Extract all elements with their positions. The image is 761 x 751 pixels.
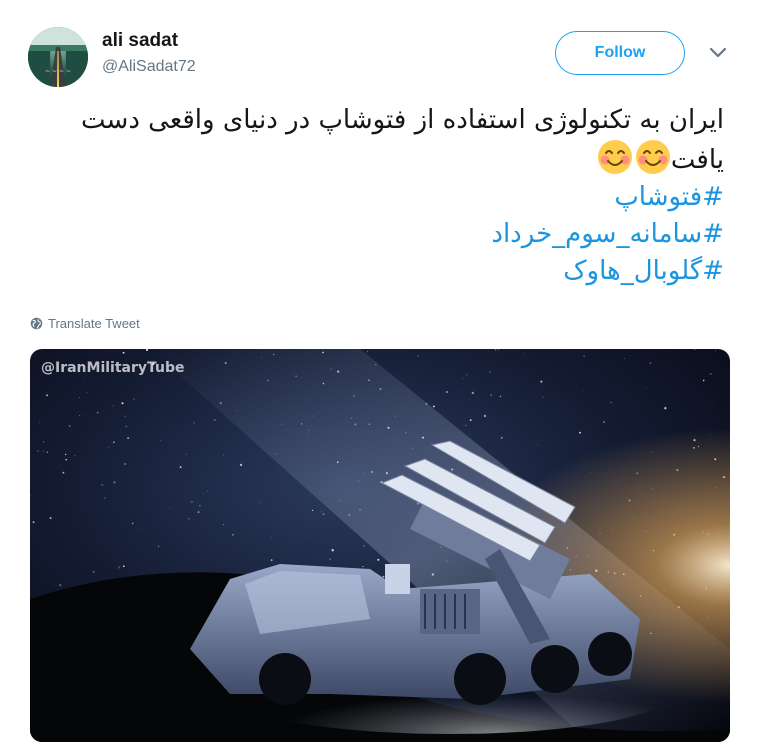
translate-tweet-link[interactable]: Translate Tweet (30, 316, 140, 331)
avatar[interactable]: ~ ~ ~ ~ (28, 27, 88, 87)
follow-button[interactable]: Follow (555, 31, 685, 75)
tweet-text: ایران به تکنولوژی استفاده از فتوشاپ در د… (30, 102, 724, 290)
tweet-line-2-text: یافت (670, 145, 724, 175)
hashtag-link[interactable]: #فتوشاپ (30, 179, 724, 216)
author-handle[interactable]: @AliSadat72 (102, 58, 196, 76)
hashtag-link[interactable]: #سامانه_سوم_خرداد (30, 216, 724, 253)
smiling-face-icon (635, 140, 670, 174)
smiling-face-icon (597, 140, 632, 174)
tweet-line-2: یافت (30, 139, 724, 179)
author-name[interactable]: ali sadat (102, 30, 178, 52)
translate-label: Translate Tweet (48, 316, 140, 331)
svg-text:~ ~ ~ ~: ~ ~ ~ ~ (45, 68, 71, 75)
hashtag-link[interactable]: #گلوبال_هاوک (30, 253, 724, 290)
tweet-photo[interactable]: @IranMilitaryTube (30, 349, 730, 742)
chevron-down-icon[interactable] (707, 45, 729, 61)
globe-icon (30, 317, 43, 330)
tweet-line-1: ایران به تکنولوژی استفاده از فتوشاپ در د… (81, 105, 724, 135)
media-watermark: @IranMilitaryTube (41, 360, 185, 376)
